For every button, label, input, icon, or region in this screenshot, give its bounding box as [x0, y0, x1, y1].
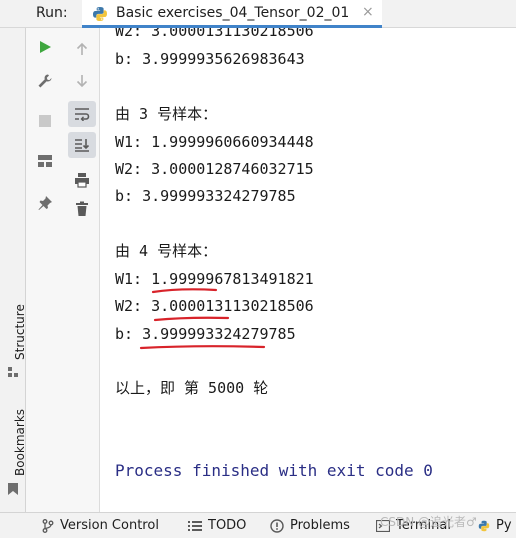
console-line: 由 3 号样本： — [115, 105, 218, 123]
print-icon — [74, 173, 89, 188]
clear-all-button[interactable] — [64, 196, 99, 222]
version-control-tab[interactable]: Version Control — [42, 518, 159, 533]
soft-wrap-button[interactable] — [68, 101, 96, 127]
python-console-tab[interactable]: Py — [478, 518, 512, 533]
console-line: b: 3.999993324279785 — [115, 187, 296, 205]
next-occurrence-button[interactable] — [64, 68, 99, 94]
run-toolbar — [26, 28, 64, 512]
console-line: W1: 1.9999960660934448 — [115, 133, 314, 151]
console-line: W2: 3.0000131130218506 — [115, 28, 314, 40]
red-underline-b — [139, 345, 266, 350]
pin-tab-button[interactable] — [26, 190, 64, 216]
arrow-up-icon — [76, 42, 87, 55]
soft-wrap-icon — [75, 108, 90, 121]
previous-occurrence-button[interactable] — [64, 36, 99, 62]
stop-icon — [39, 115, 51, 127]
todo-tab[interactable]: TODO — [188, 518, 246, 533]
trash-icon — [75, 201, 88, 216]
print-button[interactable] — [64, 167, 99, 193]
scroll-to-end-button[interactable] — [68, 132, 96, 158]
console-line: b: 3.9999935626983643 — [115, 50, 305, 68]
console-line: W2: 3.0000128746032715 — [115, 160, 314, 178]
left-tool-strip: Structure Bookmarks — [0, 28, 27, 512]
layout-icon — [38, 155, 52, 167]
problems-icon — [270, 518, 284, 533]
console-line: 以上，即 第 5000 轮 — [115, 379, 269, 397]
run-label: Run: — [36, 5, 68, 21]
python-icon — [93, 7, 107, 21]
run-tab-title: Basic exercises_04_Tensor_02_01 — [116, 5, 350, 21]
stop-button[interactable] — [26, 108, 64, 134]
console-toolbar — [64, 28, 100, 512]
process-exit-message: Process finished with exit code 0 — [115, 461, 433, 480]
rerun-button[interactable] — [26, 34, 64, 60]
scroll-to-end-icon — [75, 139, 90, 152]
wrench-icon — [38, 74, 52, 88]
python-console-label: Py — [496, 518, 512, 533]
close-icon[interactable]: × — [362, 4, 374, 20]
todo-list-icon — [188, 520, 202, 531]
version-control-label: Version Control — [60, 518, 159, 533]
red-underline-w1 — [151, 288, 218, 294]
console-output[interactable]: W2: 3.0000131130218506 b: 3.999993562698… — [100, 28, 516, 512]
problems-label: Problems — [290, 518, 350, 533]
arrow-down-icon — [76, 75, 87, 88]
run-tab[interactable]: Basic exercises_04_Tensor_02_01 × — [82, 0, 382, 28]
bookmark-icon — [8, 483, 18, 495]
csdn-watermark: CSDN @追光者♂ — [380, 515, 477, 529]
run-tool-window-header: Run: Basic exercises_04_Tensor_02_01 × — [0, 0, 516, 28]
python-icon — [478, 520, 490, 531]
console-line: W2: 3.0000131130218506 — [115, 297, 314, 315]
problems-tab[interactable]: Problems — [270, 518, 350, 533]
console-line: b: 3.999993324279785 — [115, 325, 296, 343]
pin-icon — [38, 196, 52, 210]
bookmarks-tab[interactable]: Bookmarks — [0, 406, 27, 501]
structure-icon — [8, 367, 18, 377]
structure-tab[interactable]: Structure — [0, 300, 27, 390]
branch-icon — [42, 518, 54, 533]
red-underline-w2 — [153, 316, 230, 322]
bookmarks-tab-label: Bookmarks — [13, 408, 27, 476]
restore-layout-button[interactable] — [26, 148, 64, 174]
run-icon — [40, 41, 51, 53]
console-line: 由 4 号样本： — [115, 242, 218, 260]
structure-tab-label: Structure — [13, 304, 27, 360]
todo-label: TODO — [208, 518, 247, 533]
modify-run-config-button[interactable] — [26, 68, 64, 94]
